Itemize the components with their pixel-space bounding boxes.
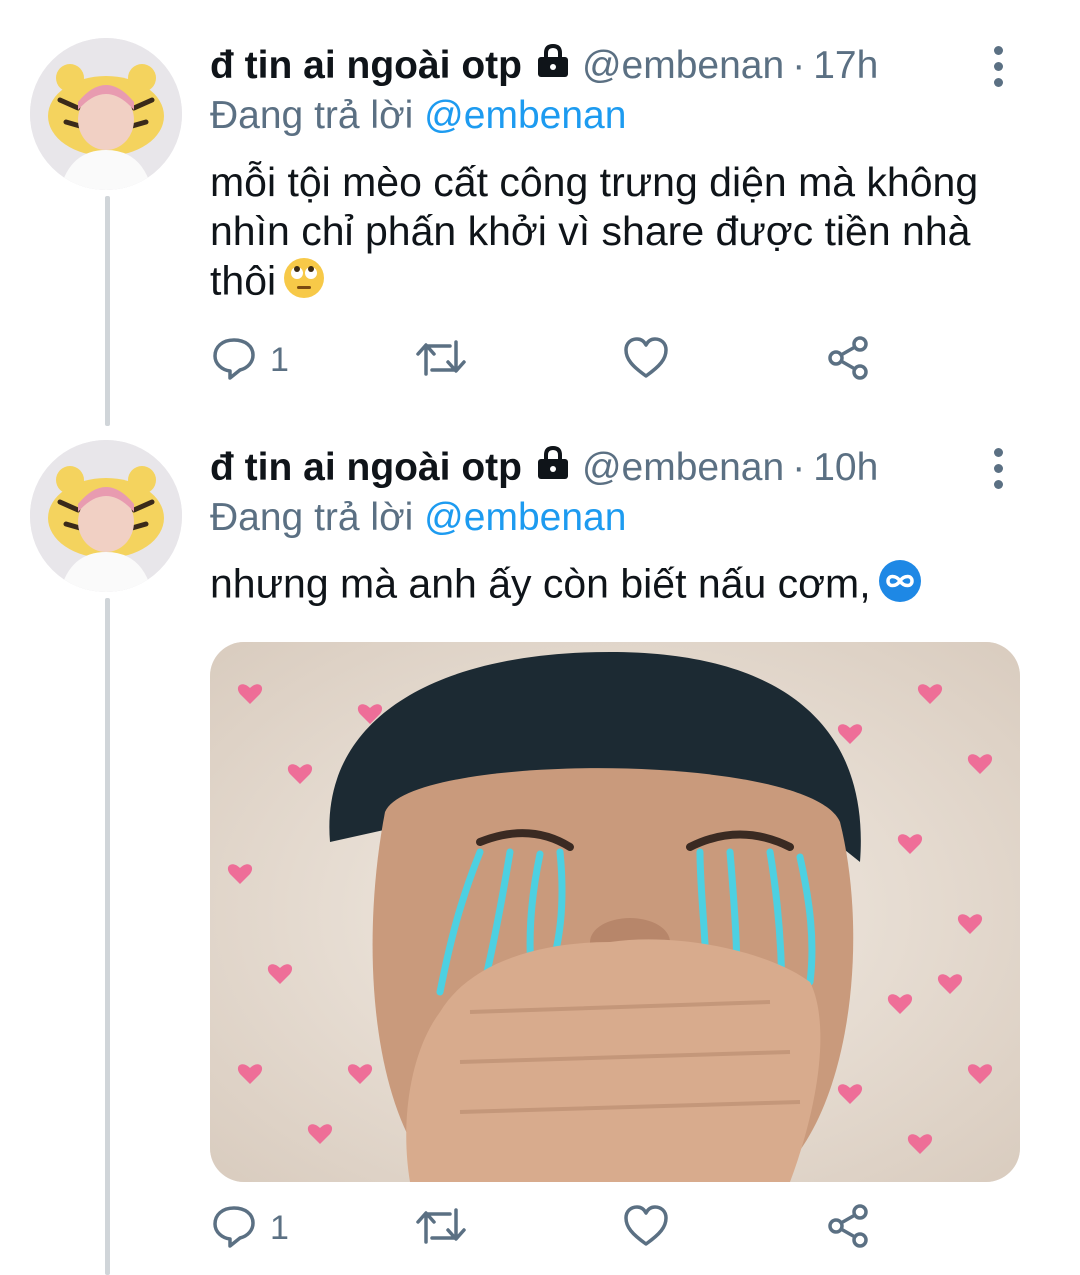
separator: · bbox=[792, 446, 806, 489]
reply-mention-link[interactable]: @embenan bbox=[424, 94, 626, 137]
share-icon bbox=[824, 1202, 872, 1255]
reply-count: 1 bbox=[270, 340, 289, 379]
reply-icon bbox=[210, 1202, 258, 1255]
replying-to-label: Đang trả lời bbox=[210, 496, 414, 539]
timestamp[interactable]: 10h bbox=[813, 446, 878, 490]
like-icon bbox=[622, 334, 670, 387]
like-button[interactable] bbox=[622, 330, 670, 390]
tweet-header: đ tin ai ngoài otp @embenan · 17h bbox=[210, 38, 878, 94]
infinity-emoji bbox=[877, 558, 923, 615]
share-button[interactable] bbox=[824, 330, 872, 390]
tweet-body: nhưng mà anh ấy còn biết nấu cơm, bbox=[210, 560, 871, 607]
lock-icon bbox=[534, 42, 572, 90]
replying-to: Đang trả lời @embenan bbox=[210, 496, 626, 540]
share-icon bbox=[824, 334, 872, 387]
reply-icon bbox=[210, 334, 258, 387]
reply-button[interactable]: 1 bbox=[210, 330, 289, 390]
replying-to-label: Đang trả lời bbox=[210, 94, 414, 137]
share-button[interactable] bbox=[824, 1198, 872, 1258]
username[interactable]: @embenan bbox=[582, 446, 784, 490]
face-with-rolling-eyes-emoji bbox=[282, 256, 326, 311]
tweet-text: mỗi tội mèo cất công trưng diện mà không… bbox=[210, 158, 1030, 311]
reply-mention-link[interactable]: @embenan bbox=[424, 496, 626, 539]
display-name[interactable]: đ tin ai ngoài otp bbox=[210, 44, 522, 88]
retweet-icon bbox=[414, 334, 468, 387]
separator: · bbox=[792, 44, 806, 87]
tweet[interactable]: đ tin ai ngoài otp @embenan · 10h Đang t… bbox=[0, 440, 1080, 1275]
reply-count: 1 bbox=[270, 1208, 289, 1247]
timestamp[interactable]: 17h bbox=[813, 44, 878, 88]
retweet-button[interactable] bbox=[414, 1198, 468, 1258]
tweet-actions: 1 bbox=[210, 1198, 910, 1258]
username[interactable]: @embenan bbox=[582, 44, 784, 88]
tweet-text: nhưng mà anh ấy còn biết nấu cơm, bbox=[210, 558, 1030, 615]
more-vertical-icon[interactable] bbox=[978, 38, 1018, 94]
tweet-header: đ tin ai ngoài otp @embenan · 10h bbox=[210, 440, 878, 496]
like-icon bbox=[622, 1202, 670, 1255]
lock-icon bbox=[534, 444, 572, 492]
more-vertical-icon[interactable] bbox=[978, 440, 1018, 496]
retweet-button[interactable] bbox=[414, 330, 468, 390]
tweet[interactable]: đ tin ai ngoài otp @embenan · 17h Đang t… bbox=[0, 38, 1080, 398]
tweet-image[interactable] bbox=[210, 642, 1020, 1182]
retweet-icon bbox=[414, 1202, 468, 1255]
display-name[interactable]: đ tin ai ngoài otp bbox=[210, 446, 522, 490]
tweet-actions: 1 bbox=[210, 330, 910, 390]
avatar[interactable] bbox=[30, 440, 182, 592]
reply-button[interactable]: 1 bbox=[210, 1198, 289, 1258]
replying-to: Đang trả lời @embenan bbox=[210, 94, 626, 138]
avatar[interactable] bbox=[30, 38, 182, 190]
like-button[interactable] bbox=[622, 1198, 670, 1258]
